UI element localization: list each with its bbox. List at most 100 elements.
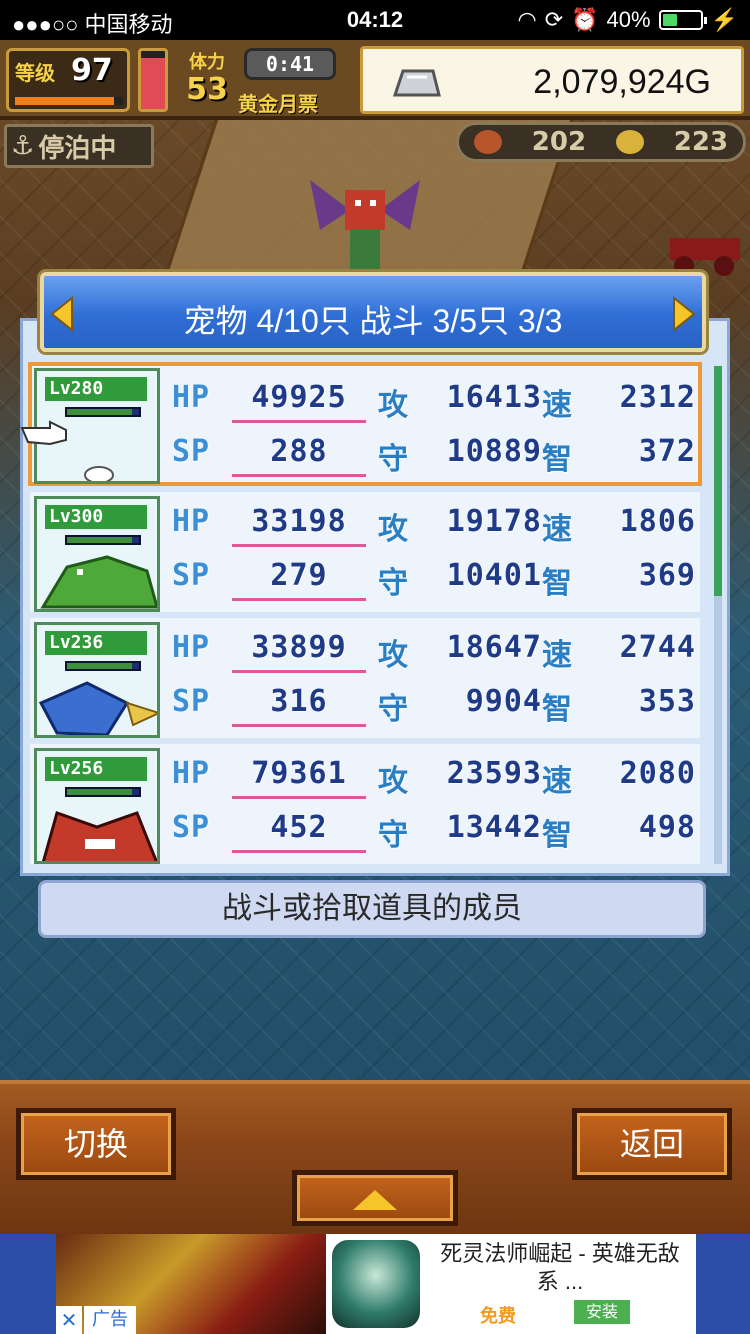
pet-hp-bar xyxy=(65,535,141,545)
stamina-label: 体力 xyxy=(189,52,225,73)
crocodile-pet-sprite xyxy=(40,555,157,609)
ad-install-button[interactable]: 安装 xyxy=(574,1300,630,1324)
hp-underline xyxy=(232,670,366,673)
pet-level-tag: Lv280 xyxy=(45,377,147,401)
pet-row-1[interactable]: Lv280 HP 49925 攻 16413 速 2312 SP 288 守 1… xyxy=(28,362,702,486)
hp-underline xyxy=(232,796,366,799)
dock-status-label: 停泊中 xyxy=(38,133,117,164)
atk-value: 19178 xyxy=(446,504,542,539)
ad-app-icon xyxy=(332,1240,420,1328)
int-label: 智 xyxy=(542,566,573,601)
resource-box: 202 223 xyxy=(456,122,746,162)
pet-portrait: Lv236 xyxy=(34,622,160,738)
bottom-bar: 切换 返回 xyxy=(0,1080,750,1234)
def-label: 守 xyxy=(378,818,409,853)
ad-label: 广告 xyxy=(84,1306,136,1334)
level-value: 97 xyxy=(71,53,113,88)
pet-row-3[interactable]: Lv236 HP 33899 攻 18647 速 2744 SP 316 守 9… xyxy=(30,618,700,738)
pet-hp-bar xyxy=(65,787,141,797)
int-value: 372 xyxy=(638,434,696,469)
pet-row-4[interactable]: Lv256 HP 79361 攻 23593 速 2080 SP 452 守 1… xyxy=(30,744,700,864)
sp-label: SP xyxy=(172,558,211,593)
battery-fill xyxy=(662,14,677,26)
def-label: 守 xyxy=(378,442,409,477)
battery-icon xyxy=(658,10,707,30)
pet-hp-bar xyxy=(65,661,141,671)
level-label: 等级 xyxy=(15,61,55,85)
stamina-value: 53 xyxy=(186,72,228,107)
battery-percent: 40% xyxy=(606,7,651,32)
bird-pet-sprite xyxy=(38,681,157,735)
demon-pet-sprite xyxy=(42,811,157,861)
pet-panel-titlebar: 宠物 4/10只 战斗 3/5只 3/3 xyxy=(40,272,706,352)
pet-level-tag: Lv300 xyxy=(45,505,147,529)
sp-value: 452 xyxy=(270,810,328,845)
stamina-gauge xyxy=(138,48,168,112)
status-right: ◠ ⟳ ⏰ 40% ⚡ xyxy=(518,7,739,33)
prev-page-arrow-icon[interactable] xyxy=(48,294,76,334)
sp-value: 316 xyxy=(270,684,328,719)
ad-card[interactable]: 死灵法师崛起 - 英雄无敌系 ... 免费 安装 xyxy=(326,1234,696,1334)
spd-label: 速 xyxy=(542,388,573,423)
ad-banner[interactable]: ✕ 广告 死灵法师崛起 - 英雄无敌系 ... 免费 安装 xyxy=(0,1234,750,1334)
def-value: 9904 xyxy=(465,684,542,719)
back-button[interactable]: 返回 xyxy=(572,1108,732,1180)
pet-level-tag: Lv256 xyxy=(45,757,147,781)
spd-label: 速 xyxy=(542,764,573,799)
sp-value: 279 xyxy=(270,558,328,593)
int-value: 498 xyxy=(638,810,696,845)
atk-label: 攻 xyxy=(378,388,409,423)
wifi-icon: ◠ xyxy=(517,7,537,32)
pet-portrait: Lv300 xyxy=(34,496,160,612)
cannon-sprite xyxy=(670,238,740,276)
stamina-box: 体力 53 xyxy=(174,48,240,112)
atk-value: 16413 xyxy=(446,380,542,415)
dock-status-badge: ⚓ 停泊中 xyxy=(4,124,154,168)
hp-value: 33899 xyxy=(251,630,347,665)
hp-label: HP xyxy=(172,756,211,791)
spd-value: 2080 xyxy=(619,756,696,791)
spd-label: 速 xyxy=(542,638,573,673)
anchor-icon: ⚓ xyxy=(11,131,35,161)
hp-underline xyxy=(232,544,366,547)
switch-button[interactable]: 切换 xyxy=(16,1108,176,1180)
demon-monster-sprite xyxy=(310,180,420,270)
hp-value: 79361 xyxy=(251,756,347,791)
sp-label: SP xyxy=(172,810,211,845)
money-value: 2,079,924G xyxy=(533,63,711,101)
status-bar: ●●●○○ 中国移动 04:12 ◠ ⟳ ⏰ 40% ⚡ xyxy=(0,0,750,40)
atk-value: 23593 xyxy=(446,756,542,791)
def-label: 守 xyxy=(378,692,409,727)
atk-label: 攻 xyxy=(378,764,409,799)
triangle-up-icon xyxy=(353,1189,397,1210)
ad-close-icon[interactable]: ✕ xyxy=(56,1306,82,1334)
def-value: 13442 xyxy=(446,810,542,845)
gold-ticket-button[interactable]: 黄金月票 xyxy=(238,88,318,117)
pet-panel-title: 宠物 4/10只 战斗 3/5只 3/3 xyxy=(183,303,563,339)
pet-list-scrollbar[interactable] xyxy=(714,366,722,864)
hp-value: 49925 xyxy=(251,380,347,415)
silver-ingot-icon xyxy=(392,69,441,97)
sp-underline xyxy=(232,850,366,853)
player-level-box: 等级 97 xyxy=(6,48,130,112)
pointer-hand-icon xyxy=(20,420,67,446)
sp-underline xyxy=(232,724,366,727)
sp-underline xyxy=(232,474,366,477)
hp-underline xyxy=(232,420,366,423)
expand-menu-button[interactable] xyxy=(292,1170,458,1226)
alarm-icon: ⏰ xyxy=(571,7,599,32)
resource-a-value: 202 xyxy=(531,127,587,157)
scrollbar-thumb[interactable] xyxy=(714,366,722,596)
hp-label: HP xyxy=(172,380,211,415)
hp-value: 33198 xyxy=(251,504,347,539)
pet-row-2[interactable]: Lv300 HP 33198 攻 19178 速 1806 SP 279 守 1… xyxy=(30,492,700,612)
spd-value: 2312 xyxy=(619,380,696,415)
meat-icon xyxy=(473,130,502,154)
money-box: 2,079,924G xyxy=(360,46,744,114)
panel-hint: 战斗或拾取道具的成员 xyxy=(38,880,706,938)
hp-label: HP xyxy=(172,504,211,539)
sp-underline xyxy=(232,598,366,601)
spd-value: 1806 xyxy=(619,504,696,539)
atk-value: 18647 xyxy=(446,630,542,665)
next-page-arrow-icon[interactable] xyxy=(670,294,698,334)
